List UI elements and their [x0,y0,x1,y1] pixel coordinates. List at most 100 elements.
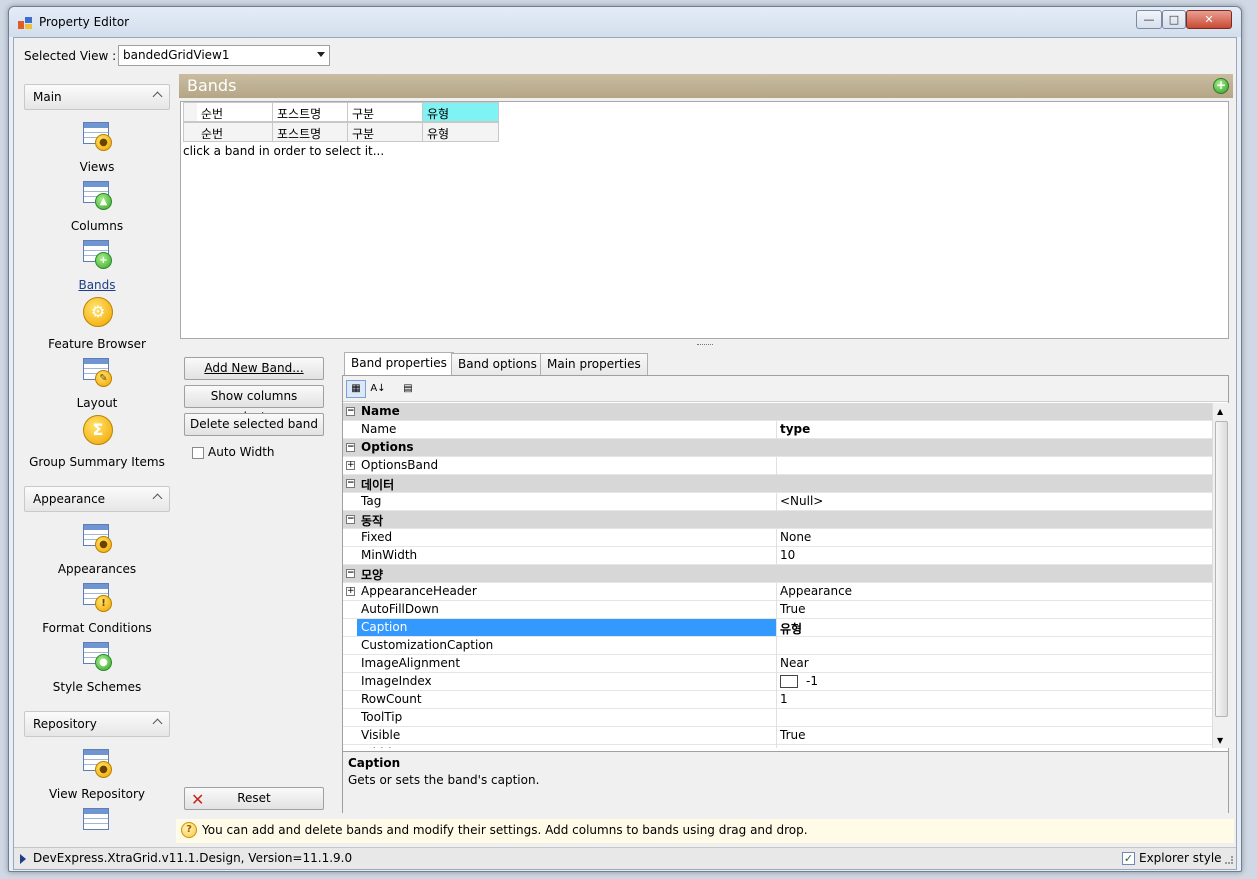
property-value[interactable]: 75 [780,746,795,748]
nav-item-group-summary-items[interactable]: Σ Group Summary Items [24,415,170,469]
band-header[interactable]: 순번 [197,102,273,122]
property-row[interactable]: MinWidth 10 [343,547,1212,565]
nav-item-style-schemes[interactable]: ● Style Schemes [24,640,170,694]
property-value[interactable]: True [780,602,806,616]
property-value[interactable]: -1 [780,674,818,688]
explorer-style-label: Explorer style [1139,851,1222,865]
property-grid[interactable]: ▦ A↓ ▤ − Name Name type − Options + OptionsBand… [342,375,1229,813]
expand-icon[interactable]: + [346,461,355,470]
column-header[interactable]: 구분 [348,122,423,142]
nav-item-feature-browser[interactable]: ⚙ Feature Browser [24,297,170,351]
property-value[interactable]: Appearance [780,584,852,598]
property-category[interactable]: − Options [343,439,1212,457]
close-button[interactable]: ✕ [1186,10,1232,29]
nav-group-appearance[interactable]: Appearance [24,486,170,512]
collapse-chevron-icon[interactable] [152,718,163,729]
property-row[interactable]: Visible True [343,727,1212,745]
minimize-button[interactable]: — [1136,10,1162,29]
property-row[interactable]: Fixed None [343,529,1212,547]
property-row[interactable]: Name type [343,421,1212,439]
dropdown-arrow-icon[interactable] [317,52,325,57]
collapse-icon[interactable]: − [346,407,355,416]
nav-group-repository[interactable]: Repository [24,711,170,737]
column-header[interactable]: 포스트명 [273,122,348,142]
property-value[interactable]: type [780,422,810,436]
title-bar[interactable]: Property Editor — □ ✕ [9,7,1241,37]
property-row[interactable]: ImageIndex -1 [343,673,1212,691]
bands-panel-title: Bands [187,76,237,95]
explorer-style-checkbox[interactable]: ✓ [1122,852,1135,865]
nav-item-bands[interactable]: + Bands [24,238,170,292]
property-row[interactable]: ToolTip [343,709,1212,727]
show-columns-selector-button[interactable]: Show columns selector [184,385,324,424]
scroll-down-icon[interactable]: ▼ [1217,736,1223,745]
nav-item-appearances[interactable]: ● Appearances [24,522,170,576]
scroll-thumb[interactable] [1215,421,1228,717]
tab-band-options[interactable]: Band options [451,353,544,375]
format-conditions-icon: ! [81,581,113,615]
property-row[interactable]: CustomizationCaption [343,637,1212,655]
property-value[interactable]: Near [780,656,809,670]
collapse-chevron-icon[interactable] [152,493,163,504]
appearances-icon: ● [81,522,113,556]
property-row[interactable]: + AppearanceHeader Appearance [343,583,1212,601]
property-value[interactable]: 유형 [780,620,802,637]
band-header[interactable]: 포스트명 [273,102,348,122]
expand-arrow-icon[interactable] [20,854,26,864]
property-value[interactable]: 1 [780,692,788,706]
property-row[interactable]: + OptionsBand [343,457,1212,475]
nav-item-views[interactable]: ● Views [24,120,170,174]
property-row[interactable]: Caption 유형 [343,619,1212,637]
property-category[interactable]: − 데이터 [343,475,1212,493]
property-category[interactable]: − Name [343,403,1212,421]
resize-grip-icon[interactable] [1225,856,1233,864]
add-new-band-button[interactable]: Add New Band... [184,357,324,380]
expand-icon[interactable]: + [346,587,355,596]
property-grid-scrollbar[interactable]: ▲ ▼ [1212,403,1229,748]
maximize-button[interactable]: □ [1162,10,1186,29]
property-row[interactable]: Width 75 [343,745,1212,748]
band-header[interactable]: 구분 [348,102,423,122]
nav-item-columns[interactable]: ▲ Columns [24,179,170,233]
property-row[interactable]: RowCount 1 [343,691,1212,709]
collapse-icon[interactable]: − [346,569,355,578]
bands-designer[interactable]: 순번 포스트명 구분 유형 순번 포스트명 구분 유형 click a band… [180,101,1229,339]
delete-selected-band-button[interactable]: Delete selected band [184,413,324,436]
band-header-selected[interactable]: 유형 [423,102,499,122]
property-row[interactable]: ImageAlignment Near [343,655,1212,673]
tab-band-properties[interactable]: Band properties [344,352,454,375]
auto-width-checkbox[interactable] [192,447,204,459]
collapse-chevron-icon[interactable] [152,91,163,102]
nav-group-main[interactable]: Main [24,84,170,110]
property-name: Caption [357,619,777,636]
property-name: AutoFillDown [361,602,439,616]
property-value[interactable]: True [780,728,806,742]
select-band-hint: click a band in order to select it... [183,144,385,158]
collapse-icon[interactable]: − [346,443,355,452]
property-pages-icon[interactable]: ▤ [398,380,418,398]
property-category[interactable]: − 동작 [343,511,1212,529]
collapse-icon[interactable]: − [346,479,355,488]
property-row[interactable]: Tag <Null> [343,493,1212,511]
collapse-icon[interactable]: − [346,515,355,524]
property-value[interactable]: 10 [780,548,795,562]
nav-item-format-conditions[interactable]: ! Format Conditions [24,581,170,635]
nav-item-view-repository[interactable]: ● View Repository [24,747,170,801]
column-header[interactable]: 순번 [197,122,273,142]
property-value[interactable]: <Null> [780,494,823,508]
reset-button[interactable]: ✕ Reset [184,787,324,810]
splitter-handle[interactable] [697,344,713,346]
property-category[interactable]: − 모양 [343,565,1212,583]
nav-item-layout[interactable]: ✎ Layout [24,356,170,410]
selected-view-dropdown[interactable]: bandedGridView1 [118,45,330,66]
property-row[interactable]: AutoFillDown True [343,601,1212,619]
bands-icon: + [81,238,113,272]
property-value[interactable]: None [780,530,811,544]
info-bulb-icon: ? [181,822,197,838]
categorized-icon[interactable]: ▦ [346,380,366,398]
alphabetical-icon[interactable]: A↓ [368,380,388,398]
column-header[interactable]: 유형 [423,122,499,142]
add-band-icon[interactable]: + [1213,78,1229,94]
tab-main-properties[interactable]: Main properties [540,353,648,375]
scroll-up-icon[interactable]: ▲ [1217,407,1223,416]
